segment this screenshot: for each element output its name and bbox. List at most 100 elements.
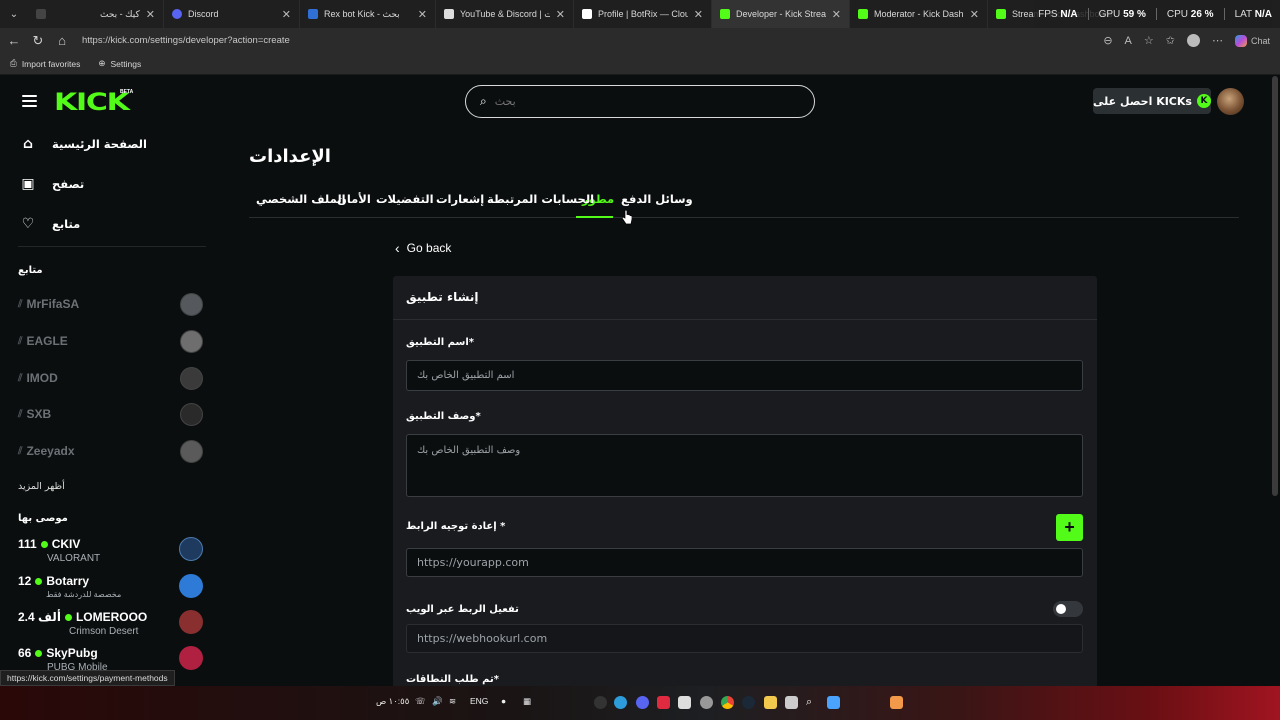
user-avatar[interactable]: [1217, 88, 1244, 115]
import-favorites-link[interactable]: ⎙ Import favorites: [10, 58, 80, 69]
kick-logo[interactable]: KICK: [54, 88, 130, 116]
tab-label: Developer - Kick Streaming: [736, 9, 826, 19]
search-input[interactable]: [494, 95, 800, 108]
discord-icon[interactable]: [636, 696, 649, 709]
channel-avatar: [180, 292, 203, 316]
copilot-icon: [1234, 34, 1247, 47]
more-menu-icon[interactable]: ⋯: [1212, 34, 1223, 47]
favorite-star-icon[interactable]: ☆: [1144, 34, 1154, 47]
zoom-icon[interactable]: ⊖: [1103, 34, 1112, 47]
browser-tab[interactable]: Discord ✕: [164, 0, 300, 28]
language-indicator[interactable]: ENG: [470, 696, 488, 706]
channel-name: ⫽ EAGLE: [18, 334, 68, 348]
tab-payment-methods[interactable]: وسائل الدفع: [621, 192, 693, 206]
channel-name: SkyPubg: [46, 646, 98, 660]
browser-tab-active[interactable]: Developer - Kick Streaming ✕: [712, 0, 850, 28]
file-explorer-icon[interactable]: [764, 696, 777, 709]
followed-channel[interactable]: ⫽ MrFifaSA: [18, 292, 203, 316]
tray-grid-icon[interactable]: ▦: [523, 696, 531, 707]
followed-channel[interactable]: ⫽ IMOD: [18, 366, 203, 390]
sidebar-item-following[interactable]: ♡ متابع: [18, 216, 81, 232]
app-description-input[interactable]: [406, 434, 1083, 497]
volume-icon[interactable]: 🔊: [432, 696, 443, 707]
recommended-channel[interactable]: 111 CKIV VALORANT: [18, 537, 203, 567]
webhook-url-input[interactable]: [406, 624, 1083, 653]
app-name-input[interactable]: [406, 360, 1083, 391]
redirect-url-input[interactable]: [406, 548, 1083, 577]
followed-channel[interactable]: ⫽ SXB: [18, 402, 203, 426]
app-icon[interactable]: [594, 696, 607, 709]
get-kicks-button[interactable]: احصل على KICKs K: [1093, 88, 1211, 114]
link-status-bar: https://kick.com/settings/payment-method…: [0, 670, 175, 686]
heart-icon: ♡: [21, 216, 35, 232]
channel-category: Crimson Desert: [69, 626, 139, 637]
tab-connected-accounts[interactable]: الحسابات المرتبطة: [487, 192, 594, 206]
sidebar-item-browse[interactable]: ▣ تصفح: [18, 176, 84, 192]
search-icon: ⌕: [480, 94, 487, 108]
browser-tab[interactable]: Moderator - Kick Dashboard ✕: [850, 0, 988, 28]
bookmarks-bar: ⎙ Import favorites ⊕ Settings: [0, 53, 1280, 75]
globe-icon: ⊕: [98, 58, 106, 68]
recommended-channel[interactable]: 2.4 ألف LOMEROOO Crimson Desert: [18, 610, 203, 640]
home-icon[interactable]: ⌂: [50, 33, 74, 48]
channel-avatar: [180, 366, 203, 390]
windows-start-icon[interactable]: [827, 696, 840, 709]
divider: [1223, 8, 1225, 20]
chat-label: Chat: [1250, 35, 1270, 46]
notes-icon[interactable]: [678, 696, 691, 709]
add-redirect-url-button[interactable]: +: [1056, 514, 1083, 541]
followed-channel[interactable]: ⫽ EAGLE: [18, 329, 203, 353]
edge-icon[interactable]: [614, 696, 627, 709]
copilot-chat-button[interactable]: Chat: [1234, 34, 1270, 47]
followed-channel[interactable]: ⫽ Zeeyadx: [18, 439, 203, 463]
browser-tab[interactable]: كيك - بحث ✕: [28, 0, 164, 28]
offline-icon: ⫽: [18, 298, 23, 310]
chrome-icon[interactable]: [721, 696, 734, 709]
hamburger-menu-icon[interactable]: [22, 95, 37, 107]
close-tab-icon[interactable]: ✕: [282, 8, 291, 21]
browser-tab[interactable]: YouTube & Discord | التنبيهات ✕: [436, 0, 574, 28]
mic-icon[interactable]: ●: [501, 696, 506, 706]
page-scrollbar[interactable]: [1272, 76, 1278, 496]
close-tab-icon[interactable]: ✕: [970, 8, 979, 21]
settings-bookmark-label: Settings: [110, 58, 142, 69]
settings-bookmark-link[interactable]: ⊕ Settings: [98, 58, 141, 69]
address-bar: ← ↻ ⌂ https://kick.com/settings/develope…: [0, 28, 1280, 53]
wifi-icon[interactable]: ≋: [449, 696, 456, 707]
steam-icon[interactable]: [742, 696, 755, 709]
close-tab-icon[interactable]: ✕: [832, 8, 841, 21]
tab-preferences[interactable]: التفضيلات: [376, 192, 434, 206]
tab-label: Profile | BotRix — Cloud Stre: [598, 9, 688, 19]
reload-icon[interactable]: ↻: [26, 33, 50, 49]
clock[interactable]: ١٠:٥٥ ص: [376, 696, 409, 707]
back-arrow-icon[interactable]: ←: [2, 33, 26, 48]
search-box[interactable]: ⌕: [465, 85, 815, 118]
widgets-icon[interactable]: [890, 696, 903, 709]
close-tab-icon[interactable]: ✕: [694, 8, 703, 21]
youtube-icon[interactable]: [657, 696, 670, 709]
search-icon[interactable]: ⌕: [806, 696, 812, 709]
offline-icon: ⫽: [18, 445, 23, 457]
close-tab-icon[interactable]: ✕: [418, 8, 427, 21]
read-aloud-icon[interactable]: A: [1125, 35, 1132, 47]
favorites-icon[interactable]: ✩: [1166, 34, 1175, 47]
tab-notifications[interactable]: إشعارات: [436, 192, 484, 206]
sidebar-item-home[interactable]: ⌂ الصفحة الرئيسية: [18, 136, 147, 152]
recommended-channel[interactable]: 12 Botarry مخصصة للدردشة فقط: [18, 574, 203, 604]
show-more-link[interactable]: أظهر المزيد: [18, 481, 65, 492]
close-tab-icon[interactable]: ✕: [556, 8, 565, 21]
profile-icon[interactable]: [1186, 34, 1200, 47]
settings-gear-icon[interactable]: [700, 696, 713, 709]
chat-tray-icon[interactable]: ☏: [415, 696, 426, 707]
sidebar-item-label: متابع: [52, 217, 81, 231]
task-view-icon[interactable]: [785, 696, 798, 709]
offline-icon: ⫽: [18, 408, 23, 420]
browser-tab[interactable]: Profile | BotRix — Cloud Stre ✕: [574, 0, 712, 28]
tab-profile[interactable]: الملف الشخصي: [256, 192, 346, 206]
go-back-link[interactable]: ‹ Go back: [395, 240, 451, 256]
webhook-toggle[interactable]: [1053, 601, 1083, 617]
browser-tab[interactable]: Rex bot Kick - بحث ✕: [300, 0, 436, 28]
tab-actions-chevron-icon[interactable]: ⌄: [0, 9, 28, 20]
close-tab-icon[interactable]: ✕: [146, 8, 155, 21]
url-field[interactable]: https://kick.com/settings/developer?acti…: [82, 30, 1103, 51]
